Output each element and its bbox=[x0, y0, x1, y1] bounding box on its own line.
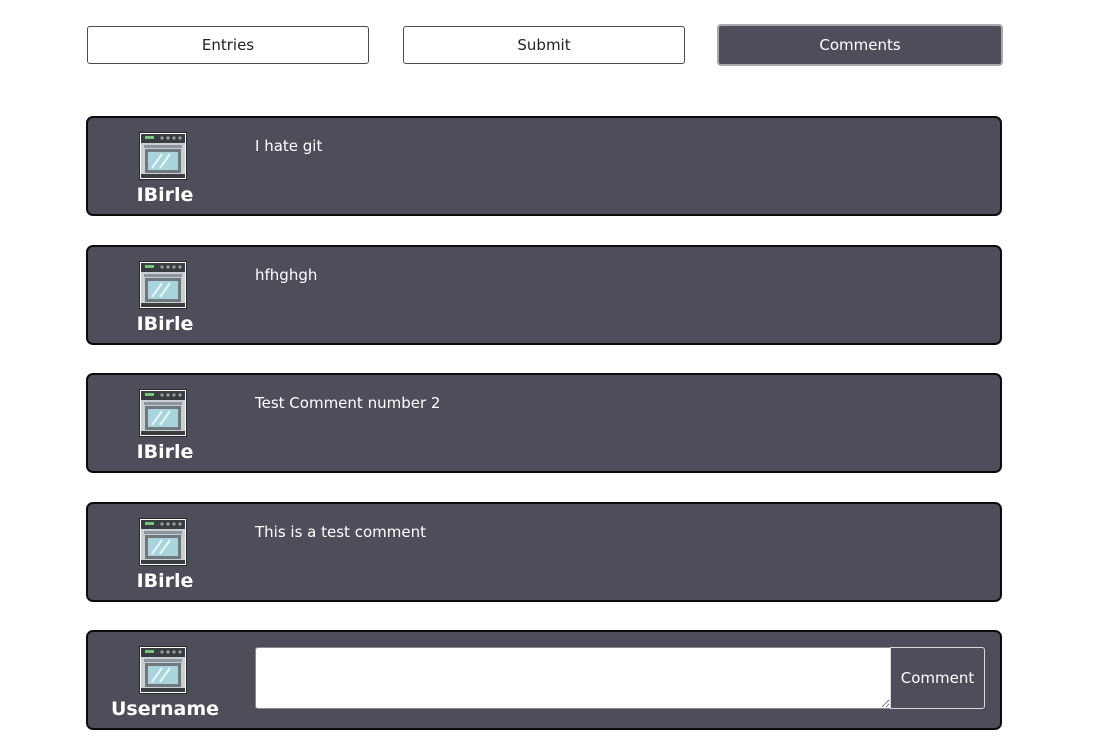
comment-text: I hate git bbox=[255, 137, 323, 155]
entries-button[interactable]: Entries bbox=[87, 26, 369, 64]
oven-icon bbox=[139, 261, 187, 309]
comments-button[interactable]: Comments bbox=[717, 24, 1003, 66]
oven-icon bbox=[139, 389, 187, 437]
username: IBirle bbox=[136, 184, 194, 206]
oven-icon bbox=[139, 646, 187, 694]
composer-author: Username bbox=[88, 646, 242, 728]
comment-text: hfhghgh bbox=[255, 266, 318, 284]
oven-icon bbox=[139, 518, 187, 566]
comment-card: IBirle Test Comment number 2 bbox=[86, 373, 1002, 473]
username: IBirle bbox=[136, 570, 194, 592]
comment-card: IBirle hfhghgh bbox=[86, 245, 1002, 345]
comment-card: IBirle I hate git bbox=[86, 116, 1002, 216]
oven-icon bbox=[139, 132, 187, 180]
top-nav: Entries Submit Comments bbox=[87, 24, 1003, 66]
comment-composer: Username Comment bbox=[86, 630, 1002, 730]
comment-author: IBirle bbox=[88, 132, 242, 214]
username: IBirle bbox=[136, 441, 194, 463]
comment-card: IBirle This is a test comment bbox=[86, 502, 1002, 602]
comment-author: IBirle bbox=[88, 389, 242, 471]
submit-button[interactable]: Submit bbox=[403, 26, 685, 64]
comment-text: Test Comment number 2 bbox=[255, 394, 441, 412]
comment-author: IBirle bbox=[88, 518, 242, 600]
comment-button[interactable]: Comment bbox=[890, 647, 985, 709]
comment-text: This is a test comment bbox=[255, 523, 426, 541]
username: Username bbox=[110, 698, 220, 720]
comment-author: IBirle bbox=[88, 261, 242, 343]
comment-input[interactable] bbox=[255, 647, 891, 709]
username: IBirle bbox=[136, 313, 194, 335]
